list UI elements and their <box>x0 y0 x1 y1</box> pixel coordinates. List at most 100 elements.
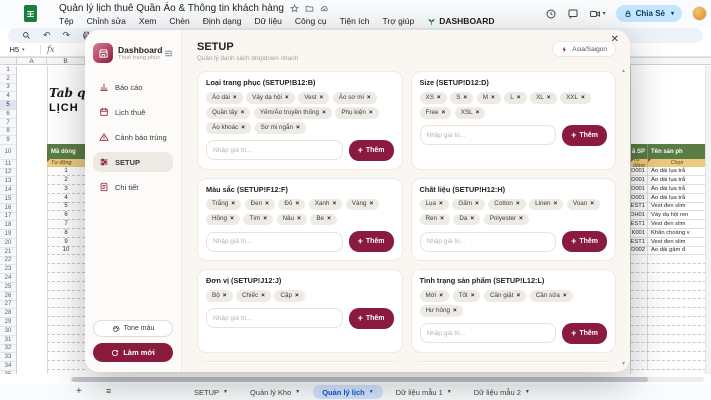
tag-remove-icon[interactable]: × <box>439 201 443 208</box>
row-header-6[interactable]: 6 <box>0 110 16 119</box>
sheet-tab-quản-lý-lịch[interactable]: Quản lý lịch▼ <box>313 385 382 399</box>
tag-remove-icon[interactable]: × <box>437 95 441 102</box>
caret-down-icon[interactable]: ▼ <box>525 389 530 395</box>
tag-remove-icon[interactable]: × <box>441 110 445 117</box>
tag-remove-icon[interactable]: × <box>261 293 265 300</box>
cloud-status-icon[interactable] <box>320 4 329 13</box>
tag-remove-icon[interactable]: × <box>463 95 467 102</box>
add-button[interactable]: +Thêm <box>349 308 394 329</box>
column-header-a[interactable]: A <box>17 58 47 64</box>
undo-icon[interactable]: ↶ <box>43 31 51 40</box>
add-button[interactable]: +Thêm <box>349 231 394 252</box>
tag-remove-icon[interactable]: × <box>233 95 237 102</box>
caret-down-icon[interactable]: ▼ <box>369 389 374 395</box>
tag-remove-icon[interactable]: × <box>475 201 479 208</box>
tag-remove-icon[interactable]: × <box>332 201 336 208</box>
row-header-25[interactable]: 25 <box>0 283 16 292</box>
timezone-button[interactable]: Asia/Saigon <box>552 41 616 57</box>
refresh-button[interactable]: Làm mới <box>93 343 173 362</box>
row-header-22[interactable]: 22 <box>0 257 16 266</box>
tag-remove-icon[interactable]: × <box>471 293 475 300</box>
row-header-24[interactable]: 24 <box>0 274 16 283</box>
value-input[interactable] <box>206 140 343 160</box>
close-icon[interactable]: ✕ <box>611 34 619 45</box>
row-header-11[interactable]: 11 <box>0 160 16 168</box>
menu-item[interactable]: Công cụ <box>295 16 327 26</box>
row-header-15[interactable]: 15 <box>0 195 16 204</box>
row-header-28[interactable]: 28 <box>0 309 16 318</box>
row-header-14[interactable]: 14 <box>0 186 16 195</box>
redo-icon[interactable]: ↷ <box>63 31 71 40</box>
tag-remove-icon[interactable]: × <box>517 95 521 102</box>
add-button[interactable]: +Thêm <box>562 323 607 344</box>
row-header-23[interactable]: 23 <box>0 265 16 274</box>
row-header-4[interactable]: 4 <box>0 92 16 101</box>
row-header-1[interactable]: 1 <box>0 66 16 75</box>
select-all-corner[interactable] <box>0 58 17 64</box>
add-button[interactable]: +Thêm <box>562 125 607 146</box>
tag-remove-icon[interactable]: × <box>453 308 457 315</box>
row-header-27[interactable]: 27 <box>0 301 16 310</box>
tag-remove-icon[interactable]: × <box>367 95 371 102</box>
row-header-18[interactable]: 18 <box>0 221 16 230</box>
row-header-10[interactable]: 10 <box>0 145 16 160</box>
menu-item[interactable]: Trợ giúp <box>383 16 415 26</box>
tag-remove-icon[interactable]: × <box>563 293 567 300</box>
tag-remove-icon[interactable]: × <box>295 201 299 208</box>
menu-item-dashboard[interactable]: DASHBOARD <box>427 16 494 26</box>
vertical-scrollbar[interactable] <box>705 66 711 374</box>
comment-icon[interactable] <box>567 8 579 20</box>
row-header-8[interactable]: 8 <box>0 128 16 137</box>
tag-remove-icon[interactable]: × <box>439 293 443 300</box>
value-input[interactable] <box>206 308 343 328</box>
value-input[interactable] <box>420 125 557 145</box>
name-box[interactable]: H5 ▾ <box>0 45 34 54</box>
row-header-19[interactable]: 19 <box>0 230 16 239</box>
tag-remove-icon[interactable]: × <box>319 95 323 102</box>
search-icon[interactable] <box>22 31 31 40</box>
tag-remove-icon[interactable]: × <box>230 216 234 223</box>
sheet-tab-setup[interactable]: SETUP▼ <box>185 385 237 399</box>
tag-remove-icon[interactable]: × <box>231 201 235 208</box>
tag-remove-icon[interactable]: × <box>223 293 227 300</box>
nav-item-cảnh-báo-trùng[interactable]: Cảnh báo trùng <box>93 127 173 147</box>
value-input[interactable] <box>420 232 557 252</box>
tag-remove-icon[interactable]: × <box>241 110 245 117</box>
tag-remove-icon[interactable]: × <box>470 216 474 223</box>
add-sheet-icon[interactable]: + <box>76 386 82 397</box>
row-header-5[interactable]: 5 <box>0 101 16 110</box>
value-input[interactable] <box>206 232 343 252</box>
caret-down-icon[interactable]: ▼ <box>295 389 300 395</box>
scroll-up-icon[interactable]: ▲ <box>621 68 626 74</box>
caret-down-icon[interactable]: ▾ <box>671 10 674 17</box>
row-header-21[interactable]: 21 <box>0 248 16 257</box>
menu-item[interactable]: Định dạng <box>203 16 242 26</box>
tag-remove-icon[interactable]: × <box>554 201 558 208</box>
row-header-20[interactable]: 20 <box>0 239 16 248</box>
avatar[interactable] <box>692 6 707 21</box>
row-header-13[interactable]: 13 <box>0 177 16 186</box>
menu-item[interactable]: Dữ liệu <box>254 16 281 26</box>
row-header-32[interactable]: 32 <box>0 345 16 354</box>
hscroll-thumb[interactable] <box>72 377 648 382</box>
tag-remove-icon[interactable]: × <box>369 201 373 208</box>
sheet-tab-dữ-liệu-mẫu-2[interactable]: Dữ liệu mẫu 2▼ <box>465 385 539 399</box>
tag-remove-icon[interactable]: × <box>322 110 326 117</box>
row-header-29[interactable]: 29 <box>0 318 16 327</box>
tag-remove-icon[interactable]: × <box>295 293 299 300</box>
tag-remove-icon[interactable]: × <box>297 216 301 223</box>
tag-remove-icon[interactable]: × <box>547 95 551 102</box>
sheet-tab-quản-lý-kho[interactable]: Quản lý Kho▼ <box>241 385 309 399</box>
row-header-31[interactable]: 31 <box>0 336 16 345</box>
nav-item-setup[interactable]: SETUP <box>93 152 173 172</box>
tag-remove-icon[interactable]: × <box>369 110 373 117</box>
tag-remove-icon[interactable]: × <box>440 216 444 223</box>
all-sheets-icon[interactable]: ≡ <box>106 386 111 396</box>
tag-remove-icon[interactable]: × <box>516 293 520 300</box>
row-header-16[interactable]: 16 <box>0 204 16 213</box>
document-title[interactable]: Quản lý lịch thuê Quần Áo & Thông tin kh… <box>59 3 284 14</box>
row-header-2[interactable]: 2 <box>0 75 16 84</box>
move-folder-icon[interactable] <box>305 4 314 13</box>
menu-item[interactable]: Tệp <box>59 16 74 26</box>
add-button[interactable]: +Thêm <box>349 140 394 161</box>
